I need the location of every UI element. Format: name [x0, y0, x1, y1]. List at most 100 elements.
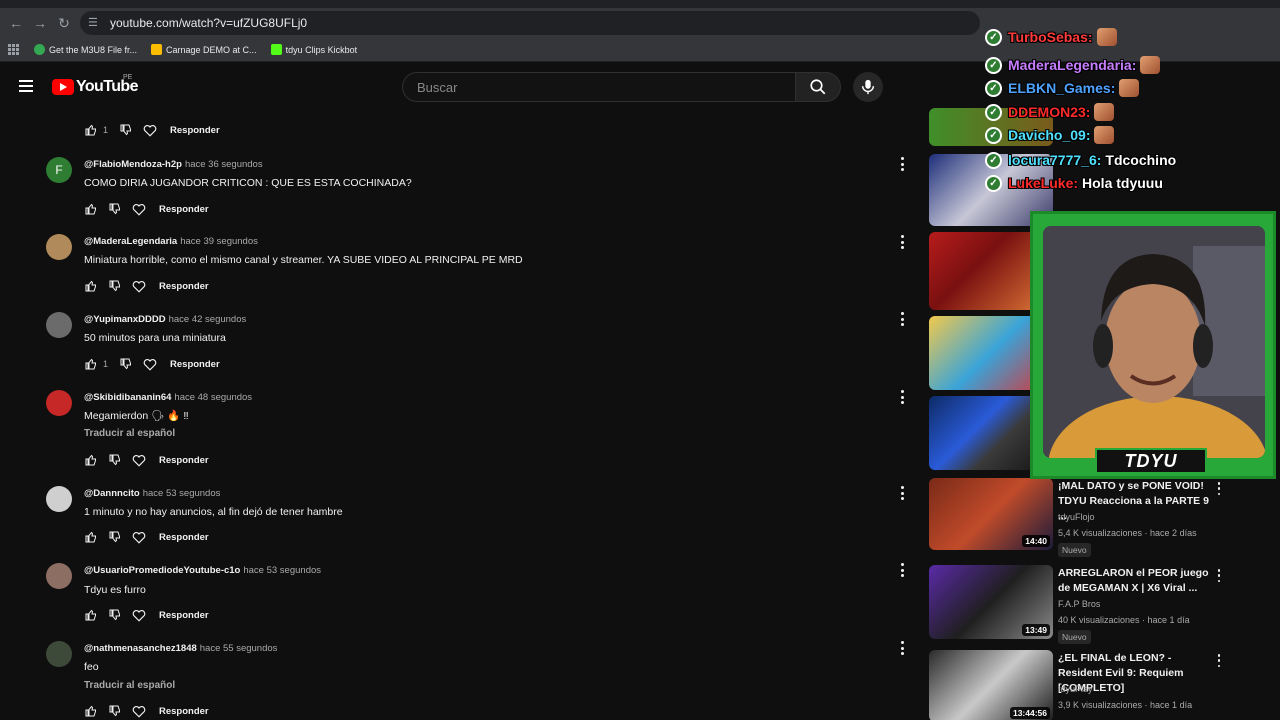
heart-icon[interactable]	[132, 279, 146, 293]
video-thumbnail[interactable]: 13:49	[929, 565, 1053, 639]
address-bar[interactable]: ☰ youtube.com/watch?v=ufZUG8UFLj0	[80, 11, 980, 35]
chat-emote-icon	[1094, 103, 1115, 121]
comment-more-icon[interactable]	[899, 235, 905, 249]
comment-time[interactable]: hace 53 segundos	[143, 488, 221, 499]
video-meta: 5,4 K visualizaciones · hace 2 días	[1058, 528, 1197, 538]
menu-icon[interactable]	[19, 80, 33, 92]
comment-author[interactable]: @FlabioMendoza-h2p	[84, 159, 182, 170]
youtube-play-icon	[52, 79, 74, 95]
dislike-icon[interactable]	[119, 123, 133, 137]
avatar[interactable]	[46, 312, 72, 338]
heart-icon[interactable]	[132, 530, 146, 544]
comment-author[interactable]: @nathmenasanchez1848	[84, 643, 197, 654]
video-more-icon[interactable]	[1216, 482, 1222, 495]
video-thumbnail[interactable]: 14:40	[929, 478, 1053, 550]
avatar[interactable]	[46, 641, 72, 667]
comment-author[interactable]: @YupimanxDDDD	[84, 314, 166, 325]
youtube-logo[interactable]: YouTube PE	[52, 74, 138, 96]
reply-button[interactable]: Responder	[159, 281, 209, 292]
reply-button[interactable]: Responder	[170, 125, 220, 136]
heart-icon[interactable]	[143, 123, 157, 137]
comment-header: @UsuarioPromediodeYoutube-c1o hace 53 seg…	[84, 565, 321, 576]
reply-button[interactable]: Responder	[159, 204, 209, 215]
comment-time[interactable]: hace 42 segundos	[169, 314, 247, 325]
dislike-icon[interactable]	[108, 704, 122, 718]
comment-more-icon[interactable]	[899, 390, 905, 404]
bookmark-item[interactable]: tdyu Clips Kickbot	[270, 44, 357, 55]
reply-button[interactable]: Responder	[159, 532, 209, 543]
site-info-icon[interactable]: ☰	[88, 16, 102, 30]
dislike-icon[interactable]	[108, 202, 122, 216]
video-more-icon[interactable]	[1216, 569, 1222, 582]
comment-author[interactable]: @Skibidibananin64	[84, 392, 171, 403]
video-channel[interactable]: tdyuFlojo	[1058, 512, 1095, 522]
bookmark-item[interactable]: Get the M3U8 File fr...	[34, 44, 137, 55]
voice-search-button[interactable]	[853, 72, 883, 102]
comment-author[interactable]: @UsuarioPromediodeYoutube-c1o	[84, 565, 240, 576]
reload-icon[interactable]: ↻	[52, 11, 76, 35]
search-placeholder: Buscar	[417, 79, 458, 95]
comment-more-icon[interactable]	[899, 563, 905, 577]
like-icon[interactable]	[84, 608, 98, 622]
video-more-icon[interactable]	[1216, 654, 1222, 667]
heart-icon[interactable]	[132, 704, 146, 718]
video-duration: 13:44:56	[1009, 707, 1050, 719]
comment-text: 50 minutos para una miniatura	[84, 332, 226, 344]
avatar[interactable]	[46, 486, 72, 512]
url-text: youtube.com/watch?v=ufZUG8UFLj0	[110, 16, 308, 30]
comment-more-icon[interactable]	[899, 486, 905, 500]
comment-more-icon[interactable]	[899, 157, 905, 171]
new-badge: Nuevo	[1058, 630, 1091, 644]
comment-author[interactable]: @MaderaLegendaria	[84, 236, 177, 247]
search-button[interactable]	[795, 72, 841, 102]
search-input[interactable]: Buscar	[402, 72, 796, 102]
comment-actions: Responder	[84, 279, 209, 293]
dislike-icon[interactable]	[108, 279, 122, 293]
back-icon[interactable]: ←	[4, 11, 28, 35]
heart-icon[interactable]	[132, 608, 146, 622]
comment-time[interactable]: hace 53 segundos	[243, 565, 321, 576]
avatar[interactable]	[46, 390, 72, 416]
like-icon[interactable]	[84, 357, 98, 371]
comment-more-icon[interactable]	[899, 641, 905, 655]
video-channel[interactable]: F.A.P Bros	[1058, 599, 1100, 609]
avatar[interactable]	[46, 234, 72, 260]
heart-icon[interactable]	[132, 202, 146, 216]
video-channel[interactable]: tdyuPlay	[1058, 684, 1093, 694]
like-icon[interactable]	[84, 704, 98, 718]
heart-icon[interactable]	[143, 357, 157, 371]
like-icon[interactable]	[84, 202, 98, 216]
forward-icon[interactable]: →	[28, 11, 52, 35]
bookmark-item[interactable]: Carnage DEMO at C...	[151, 44, 257, 55]
translate-link[interactable]: Traducir al español	[84, 428, 175, 439]
heart-icon[interactable]	[132, 453, 146, 467]
like-count: 1	[103, 125, 109, 135]
dislike-icon[interactable]	[108, 530, 122, 544]
comment-author[interactable]: @Dannncito	[84, 488, 140, 499]
dislike-icon[interactable]	[108, 608, 122, 622]
avatar[interactable]	[46, 563, 72, 589]
bookmark-favicon-icon	[34, 44, 45, 55]
translate-link[interactable]: Traducir al español	[84, 680, 175, 691]
dislike-icon[interactable]	[108, 453, 122, 467]
comment-more-icon[interactable]	[899, 312, 905, 326]
like-icon[interactable]	[84, 530, 98, 544]
video-title[interactable]: ARREGLARON el PEOR juego de MEGAMAN X | …	[1058, 566, 1218, 596]
comment-time[interactable]: hace 39 segundos	[180, 236, 258, 247]
like-icon[interactable]	[84, 123, 98, 137]
dislike-icon[interactable]	[119, 357, 133, 371]
reply-button[interactable]: Responder	[159, 455, 209, 466]
apps-grid-icon[interactable]	[8, 43, 20, 56]
comment-time[interactable]: hace 36 segundos	[185, 159, 263, 170]
reply-button[interactable]: Responder	[159, 610, 209, 621]
avatar[interactable]: F	[46, 157, 72, 183]
reply-button[interactable]: Responder	[159, 706, 209, 717]
like-icon[interactable]	[84, 279, 98, 293]
comment-time[interactable]: hace 55 segundos	[200, 643, 278, 654]
video-thumbnail[interactable]: 13:44:56	[929, 650, 1053, 720]
like-icon[interactable]	[84, 453, 98, 467]
video-duration: 14:40	[1022, 535, 1050, 547]
comment-time[interactable]: hace 48 segundos	[174, 392, 252, 403]
bookmark-label: Get the M3U8 File fr...	[49, 44, 138, 55]
reply-button[interactable]: Responder	[170, 359, 220, 370]
